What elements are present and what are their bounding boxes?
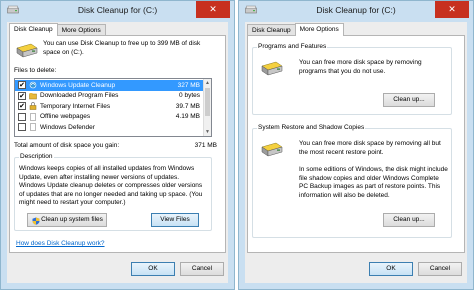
disk-cleanup-window-more-options: Disk Cleanup for (C:) ✕ Disk Cleanup Mor… [238, 0, 474, 290]
checkbox[interactable]: ✔ [18, 91, 26, 100]
list-item[interactable]: ✔ Temporary Internet Files 39.7 MB [15, 101, 203, 112]
hard-drive-icon [16, 43, 38, 58]
file-name: Windows Update Cleanup [40, 81, 116, 89]
description-text: Windows keeps copies of all installed up… [19, 165, 203, 207]
restore-clean-up-button[interactable]: Clean up... [383, 213, 435, 227]
checkbox[interactable] [18, 123, 26, 132]
dialog-body: Disk Cleanup More Options You can use Di… [7, 22, 228, 283]
clean-up-system-files-label: Clean up system files [41, 216, 103, 223]
file-name: Temporary Internet Files [40, 102, 111, 110]
total-value: 371 MB [194, 142, 217, 149]
title-bar[interactable]: Disk Cleanup for (C:) ✕ [239, 1, 473, 20]
hard-drive-icon [261, 142, 283, 157]
intro-text: You can use Disk Cleanup to free up to 3… [43, 40, 201, 56]
scroll-up-icon[interactable]: ▲ [204, 79, 211, 87]
total-label: Total amount of disk space you gain: [14, 142, 120, 149]
file-size: 0 bytes [179, 92, 200, 100]
ok-button[interactable]: OK [369, 262, 413, 276]
cancel-button[interactable]: Cancel [180, 262, 224, 276]
disk-cleanup-page: You can use Disk Cleanup to free up to 3… [9, 35, 226, 253]
file-name: Offline webpages [40, 113, 91, 121]
title-bar[interactable]: Disk Cleanup for (C:) ✕ [1, 1, 234, 20]
ok-button[interactable]: OK [131, 262, 175, 276]
files-list[interactable]: ✔ Windows Update Cleanup 327 MB ✔ Downlo… [14, 78, 212, 137]
page-icon [30, 123, 36, 132]
list-item[interactable]: Windows Defender [15, 122, 203, 133]
tab-disk-cleanup[interactable]: Disk Cleanup [9, 23, 58, 36]
disk-cleanup-window: Disk Cleanup for (C:) ✕ Disk Cleanup Mor… [0, 0, 235, 290]
files-to-delete-label: Files to delete: [14, 67, 57, 74]
programs-and-features-legend: Programs and Features [257, 43, 328, 50]
shield-icon [32, 217, 40, 225]
cancel-button[interactable]: Cancel [418, 262, 462, 276]
programs-description: You can free more disk space by removing… [299, 59, 422, 75]
more-options-page: Programs and Features You can free more … [247, 35, 465, 253]
recycle-icon [29, 81, 37, 89]
list-item[interactable]: ✔ Downloaded Program Files 0 bytes [15, 91, 203, 102]
system-restore-group: System Restore and Shadow Copies You can… [252, 124, 452, 238]
close-button[interactable]: ✕ [196, 1, 230, 18]
programs-clean-up-button[interactable]: Clean up... [383, 93, 435, 107]
lock-icon [29, 102, 37, 110]
list-item[interactable]: ✔ Windows Update Cleanup 327 MB [15, 80, 203, 91]
how-does-disk-cleanup-work-link[interactable]: How does Disk Cleanup work? [16, 240, 105, 247]
file-size: 39.7 MB [175, 102, 200, 110]
list-item[interactable]: Offline webpages 4.19 MB [15, 112, 203, 123]
file-size: 327 MB [177, 81, 200, 89]
close-button[interactable]: ✕ [435, 1, 469, 18]
checkbox[interactable]: ✔ [18, 81, 26, 89]
page-icon [30, 113, 36, 121]
restore-details: In some editions of Windows, the disk mi… [299, 166, 448, 199]
description-group: Description Windows keeps copies of all … [14, 153, 212, 231]
view-files-button[interactable]: View Files [151, 213, 199, 227]
checkbox[interactable] [18, 112, 26, 121]
clean-up-system-files-button[interactable]: Clean up system files [27, 213, 107, 227]
programs-and-features-group: Programs and Features You can free more … [252, 43, 452, 115]
file-size: 4.19 MB [175, 113, 200, 121]
folder-icon [29, 92, 37, 99]
file-name: Downloaded Program Files [40, 92, 119, 100]
checkbox[interactable]: ✔ [18, 102, 26, 111]
scroll-down-icon[interactable]: ▼ [204, 128, 211, 136]
file-name: Windows Defender [40, 123, 95, 131]
list-scrollbar[interactable]: ▲ ▼ [203, 79, 211, 136]
scroll-thumb[interactable] [205, 88, 210, 116]
restore-description: You can free more disk space by removing… [299, 140, 441, 156]
description-legend: Description [19, 153, 54, 160]
system-restore-legend: System Restore and Shadow Copies [257, 124, 366, 131]
tab-more-options[interactable]: More Options [294, 23, 344, 36]
dialog-body: Disk Cleanup More Options Programs and F… [245, 22, 467, 283]
hard-drive-icon [261, 61, 283, 76]
